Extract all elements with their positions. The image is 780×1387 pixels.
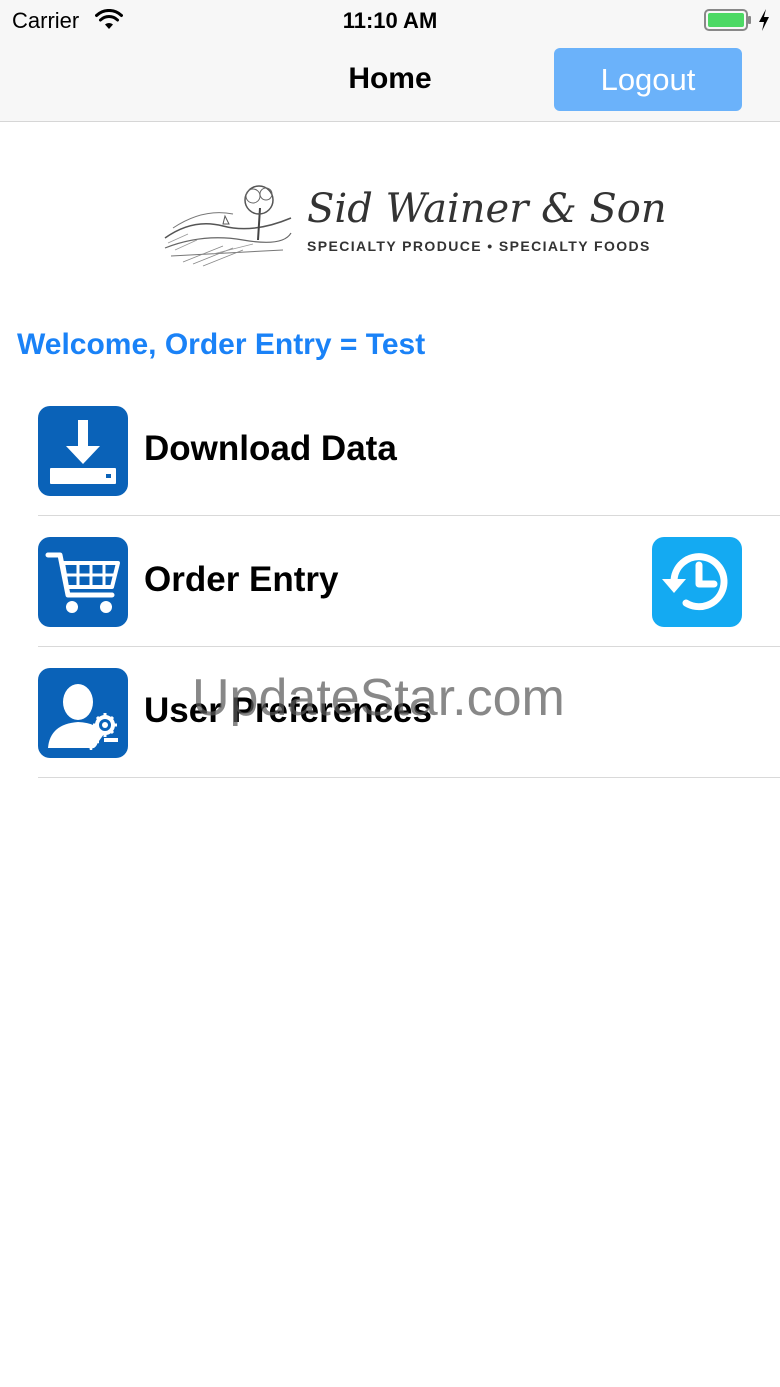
menu-item-download-data[interactable]: Download Data — [0, 385, 780, 516]
logo-subtitle: SPECIALTY PRODUCE • SPECIALTY FOODS — [307, 238, 651, 254]
user-preferences-tile — [38, 668, 128, 758]
logo-title: Sid Wainer & Son — [307, 186, 667, 232]
menu-item-label: User Preferences — [144, 691, 432, 730]
download-icon — [50, 420, 116, 484]
order-entry-tile — [38, 537, 128, 627]
welcome-message: Welcome, Order Entry = Test — [17, 328, 426, 361]
download-tile — [38, 406, 128, 496]
battery-icon — [704, 9, 751, 31]
status-bar: Carrier 11:10 AM — [0, 0, 780, 40]
company-logo: Sid Wainer & Son SPECIALTY PRODUCE • SPE… — [145, 172, 667, 272]
divider — [38, 777, 780, 778]
logout-button[interactable]: Logout — [554, 48, 742, 111]
status-time: 11:10 AM — [342, 8, 438, 33]
history-icon — [662, 553, 728, 611]
navigation-bar: Home Logout — [0, 40, 780, 122]
menu-item-order-entry[interactable]: Order Entry — [0, 516, 780, 647]
menu-item-label: Order Entry — [144, 560, 339, 599]
menu-item-user-preferences[interactable]: User Preferences — [0, 647, 780, 778]
order-history-button[interactable] — [652, 537, 742, 627]
landscape-sketch-icon — [164, 185, 292, 267]
charging-bolt-icon — [759, 9, 769, 31]
user-settings-icon — [48, 684, 118, 750]
shopping-cart-icon — [45, 552, 120, 613]
menu-item-label: Download Data — [144, 429, 397, 468]
